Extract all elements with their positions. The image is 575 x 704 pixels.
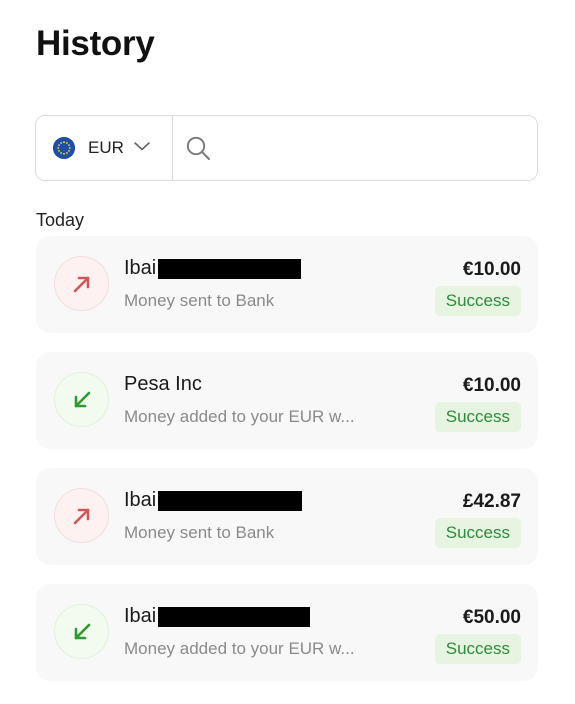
transaction-list: Ibai Money sent to Bank €10.00 Success P… — [36, 236, 538, 700]
arrow-up-right-icon — [54, 256, 109, 311]
transaction-name: Ibai — [124, 257, 157, 279]
page-title: History — [36, 24, 155, 63]
status-badge: Success — [434, 286, 521, 316]
redacted-name-bar — [158, 606, 311, 627]
status-badge: Success — [434, 402, 521, 432]
filter-bar: EUR — [35, 115, 538, 181]
transaction-card[interactable]: Ibai Money added to your EUR w... €50.00… — [36, 584, 538, 681]
chevron-down-icon — [133, 139, 151, 157]
search-area — [173, 116, 537, 180]
currency-code: EUR — [88, 138, 124, 157]
transaction-description: Money sent to Bank — [124, 291, 275, 310]
transaction-card[interactable]: Ibai Money sent to Bank €10.00 Success — [36, 236, 538, 333]
transaction-card[interactable]: Ibai Money sent to Bank £42.87 Success — [36, 468, 538, 565]
transaction-name: Pesa Inc — [124, 373, 202, 395]
status-badge: Success — [434, 634, 521, 664]
transaction-card[interactable]: Pesa Inc Money added to your EUR w... €1… — [36, 352, 538, 449]
redacted-name-bar — [158, 490, 303, 511]
section-label-today: Today — [36, 210, 85, 230]
transaction-description: Money added to your EUR w... — [124, 639, 355, 658]
transaction-name-row: Pesa Inc — [124, 373, 202, 396]
transaction-description: Money added to your EUR w... — [124, 407, 355, 426]
transaction-name-row: Ibai — [124, 257, 302, 280]
status-badge: Success — [434, 518, 521, 548]
transaction-name-row: Ibai — [124, 489, 303, 512]
redacted-name-bar — [158, 258, 302, 279]
transaction-amount: £42.87 — [462, 491, 521, 512]
arrow-down-left-icon — [54, 604, 109, 659]
arrow-down-left-icon — [54, 372, 109, 427]
transaction-amount: €10.00 — [462, 375, 521, 396]
transaction-description: Money sent to Bank — [124, 523, 275, 542]
transaction-name: Ibai — [124, 489, 157, 511]
transaction-name: Ibai — [124, 605, 157, 627]
arrow-up-right-icon — [54, 488, 109, 543]
search-input[interactable] — [219, 127, 537, 169]
transaction-name-row: Ibai — [124, 605, 311, 628]
transaction-amount: €10.00 — [462, 259, 521, 280]
search-icon[interactable] — [185, 135, 211, 161]
eu-flag-icon — [53, 137, 75, 159]
currency-select[interactable]: EUR — [36, 116, 173, 180]
transaction-amount: €50.00 — [462, 607, 521, 628]
